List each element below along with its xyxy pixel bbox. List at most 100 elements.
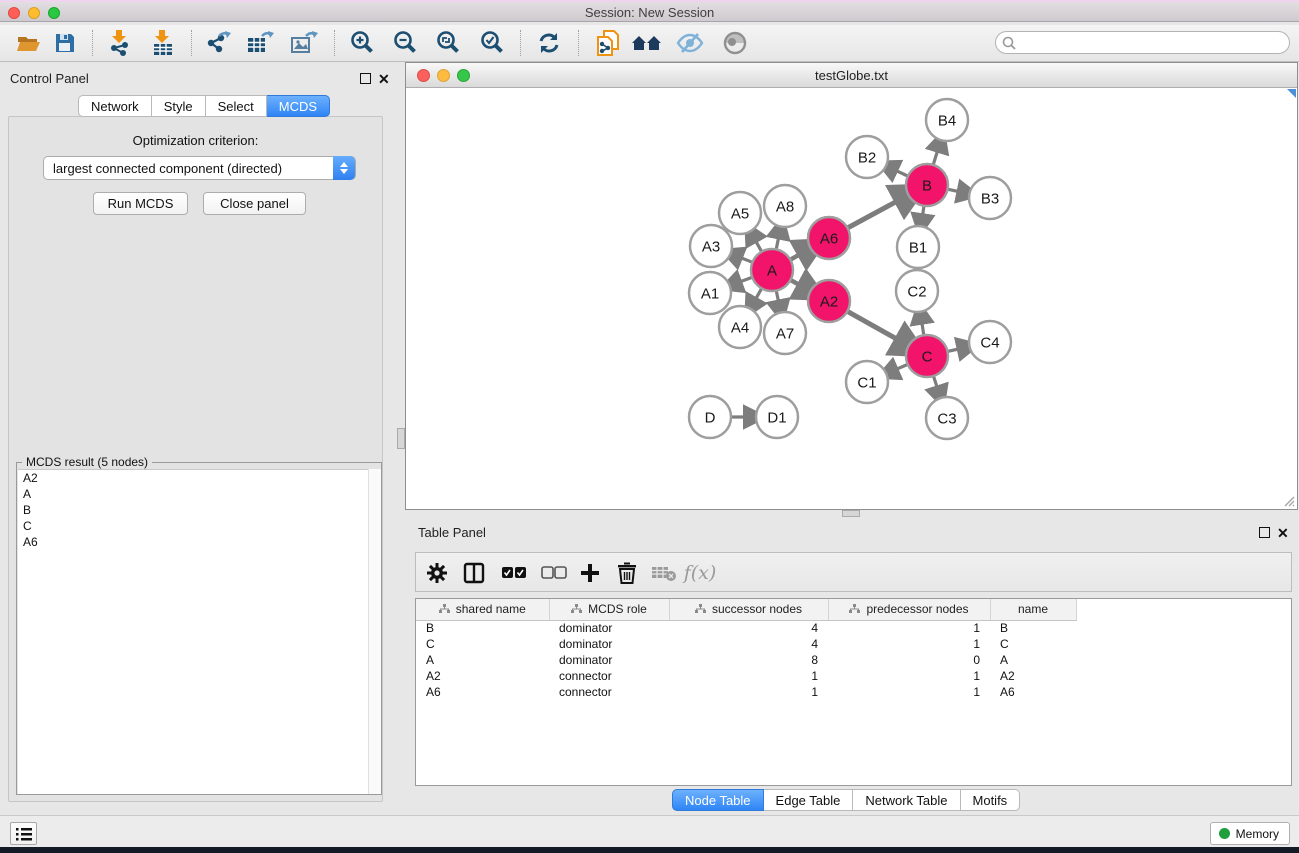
network-document-icon[interactable] — [590, 28, 624, 58]
zoom-out-icon[interactable] — [388, 28, 422, 58]
table-header-row[interactable]: shared name MCDS role successor nodes pr… — [416, 599, 1076, 620]
table-cell[interactable]: dominator — [549, 620, 669, 636]
graph-edge[interactable] — [893, 169, 908, 176]
memory-button[interactable]: Memory — [1210, 822, 1290, 845]
graph-edge[interactable] — [754, 238, 762, 251]
graph-edge[interactable] — [921, 320, 923, 336]
tab-select[interactable]: Select — [206, 95, 267, 117]
graph-edge[interactable] — [847, 199, 901, 228]
table-cell[interactable]: connector — [549, 668, 669, 684]
table-float-icon[interactable] — [1259, 527, 1270, 540]
graph-edge[interactable] — [738, 257, 752, 263]
tab-node-table[interactable]: Node Table — [672, 789, 764, 811]
network-canvas[interactable]: A5A8A3A6AA1A2A4A7B2B4BB3B1C2CC4C1C3DD1 — [406, 88, 1297, 509]
tab-style[interactable]: Style — [152, 95, 206, 117]
table-cell[interactable]: C — [990, 636, 1076, 652]
table-cell[interactable]: 4 — [669, 636, 828, 652]
tab-mcds[interactable]: MCDS — [267, 95, 330, 117]
table-cell[interactable]: dominator — [549, 652, 669, 668]
mcds-result-list[interactable]: A2ABCA6 — [18, 469, 381, 794]
mcds-result-item[interactable]: A6 — [18, 534, 381, 550]
delete-table-icon[interactable] — [648, 558, 680, 588]
table-cell[interactable]: A2 — [416, 668, 549, 684]
table-cell[interactable]: 0 — [828, 652, 990, 668]
show-details-icon[interactable] — [718, 28, 752, 58]
graph-edge[interactable] — [776, 234, 779, 249]
zoom-fit-icon[interactable] — [431, 28, 465, 58]
tab-edge-table[interactable]: Edge Table — [764, 789, 854, 811]
zoom-in-icon[interactable] — [345, 28, 379, 58]
table-cell[interactable]: dominator — [549, 636, 669, 652]
open-file-icon[interactable] — [12, 28, 46, 58]
table-cell[interactable]: 1 — [669, 684, 828, 700]
col-predecessor-nodes[interactable]: predecessor nodes — [828, 599, 990, 620]
table-close-icon[interactable]: ✕ — [1277, 527, 1289, 539]
import-network-icon[interactable] — [103, 28, 137, 58]
graph-edge[interactable] — [790, 280, 803, 287]
close-panel-button[interactable]: Close panel — [203, 192, 306, 215]
graph-edge[interactable] — [754, 288, 762, 301]
table-cell[interactable]: B — [990, 620, 1076, 636]
tab-network[interactable]: Network — [78, 95, 152, 117]
table-cell[interactable]: A2 — [990, 668, 1076, 684]
mcds-result-item[interactable]: A2 — [18, 470, 381, 486]
export-table-icon[interactable] — [243, 28, 277, 58]
export-network-icon[interactable] — [201, 28, 235, 58]
table-cell[interactable]: connector — [549, 684, 669, 700]
export-image-icon[interactable] — [287, 28, 321, 58]
detach-corner-icon[interactable] — [1287, 89, 1296, 98]
graph-edge[interactable] — [947, 348, 961, 351]
col-name[interactable]: name — [990, 599, 1076, 620]
splitter-handle-horizontal[interactable] — [842, 510, 860, 517]
graph-edge[interactable] — [790, 252, 803, 260]
graph-edge[interactable] — [776, 291, 779, 305]
home-icon[interactable] — [630, 28, 664, 58]
deselect-all-icon[interactable] — [538, 558, 570, 588]
search-input[interactable] — [1020, 36, 1289, 50]
mcds-list-scrollbar[interactable] — [368, 469, 381, 794]
task-history-button[interactable] — [10, 822, 37, 845]
graph-edge[interactable] — [933, 148, 938, 165]
table-cell[interactable]: 1 — [828, 620, 990, 636]
function-icon[interactable]: f(x) — [684, 558, 716, 588]
table-cell[interactable]: A6 — [990, 684, 1076, 700]
graph-edge[interactable] — [933, 376, 938, 390]
tab-motifs[interactable]: Motifs — [961, 789, 1021, 811]
graph-edge[interactable] — [847, 311, 901, 342]
table-cell[interactable]: C — [416, 636, 549, 652]
save-session-icon[interactable] — [48, 28, 82, 58]
graph-edge[interactable] — [894, 364, 908, 370]
mcds-result-item[interactable]: C — [18, 518, 381, 534]
table-cell[interactable]: A — [416, 652, 549, 668]
delete-icon[interactable] — [611, 558, 643, 588]
hide-details-icon[interactable] — [673, 28, 707, 58]
table-row[interactable]: Cdominator41C — [416, 636, 1076, 652]
float-panel-icon[interactable] — [360, 73, 371, 86]
gear-icon[interactable] — [421, 558, 453, 588]
close-panel-icon[interactable]: ✕ — [378, 73, 390, 85]
col-shared-name[interactable]: shared name — [416, 599, 549, 620]
resize-grip-icon[interactable] — [1281, 493, 1295, 507]
table-cell[interactable]: 1 — [828, 636, 990, 652]
mcds-result-item[interactable]: A — [18, 486, 381, 502]
table-cell[interactable]: A — [990, 652, 1076, 668]
select-all-icon[interactable] — [498, 558, 530, 588]
splitter-handle-vertical[interactable] — [397, 428, 405, 449]
table-cell[interactable]: 4 — [669, 620, 828, 636]
col-successor-nodes[interactable]: successor nodes — [669, 599, 828, 620]
graph-edge[interactable] — [948, 189, 962, 192]
graph-edge[interactable] — [737, 277, 752, 283]
table-row[interactable]: A2connector11A2 — [416, 668, 1076, 684]
table-cell[interactable]: 1 — [828, 668, 990, 684]
table-cell[interactable]: A6 — [416, 684, 549, 700]
graph-edge[interactable] — [922, 206, 924, 219]
tab-network-table[interactable]: Network Table — [853, 789, 960, 811]
criterion-dropdown[interactable]: largest connected component (directed) — [43, 156, 356, 180]
table-cell[interactable]: 1 — [828, 684, 990, 700]
table-row[interactable]: Adominator80A — [416, 652, 1076, 668]
col-mcds-role[interactable]: MCDS role — [549, 599, 669, 620]
table-cell[interactable]: 1 — [669, 668, 828, 684]
refresh-icon[interactable] — [532, 28, 566, 58]
column-icon[interactable] — [458, 558, 490, 588]
add-column-icon[interactable] — [574, 558, 606, 588]
